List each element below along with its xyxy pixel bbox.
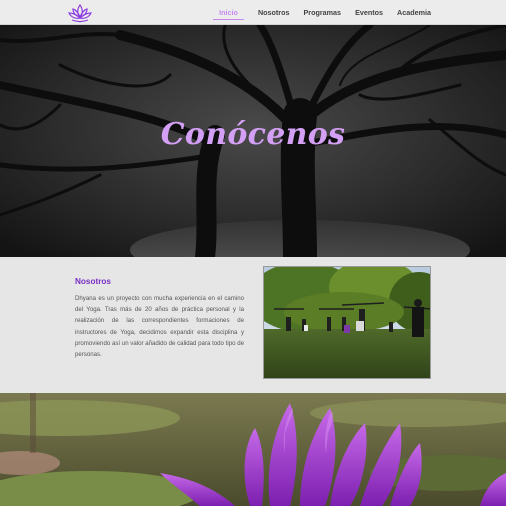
page-title: Conócenos [160, 117, 346, 152]
nav-link-academia[interactable]: Academia [397, 0, 431, 25]
nav-link-programas[interactable]: Programas [304, 0, 342, 25]
about-description: Dhyana es un proyecto con mucha experien… [75, 295, 244, 359]
lotus-image-section [0, 393, 506, 506]
about-heading: Nosotros [75, 277, 111, 286]
main-nav: Inicio Nosotros Programas Eventos Academ… [213, 0, 431, 25]
hero-banner: Conócenos [0, 25, 506, 257]
yoga-class-photo [263, 266, 431, 379]
about-section: Nosotros Dhyana es un proyecto con mucha… [0, 257, 506, 393]
nav-link-inicio[interactable]: Inicio [213, 0, 244, 25]
lotus-flower-image [0, 393, 506, 506]
navbar: Inicio Nosotros Programas Eventos Academ… [0, 0, 506, 25]
nav-link-nosotros[interactable]: Nosotros [258, 0, 290, 25]
lotus-icon[interactable] [67, 2, 93, 23]
nav-link-eventos[interactable]: Eventos [355, 0, 383, 25]
